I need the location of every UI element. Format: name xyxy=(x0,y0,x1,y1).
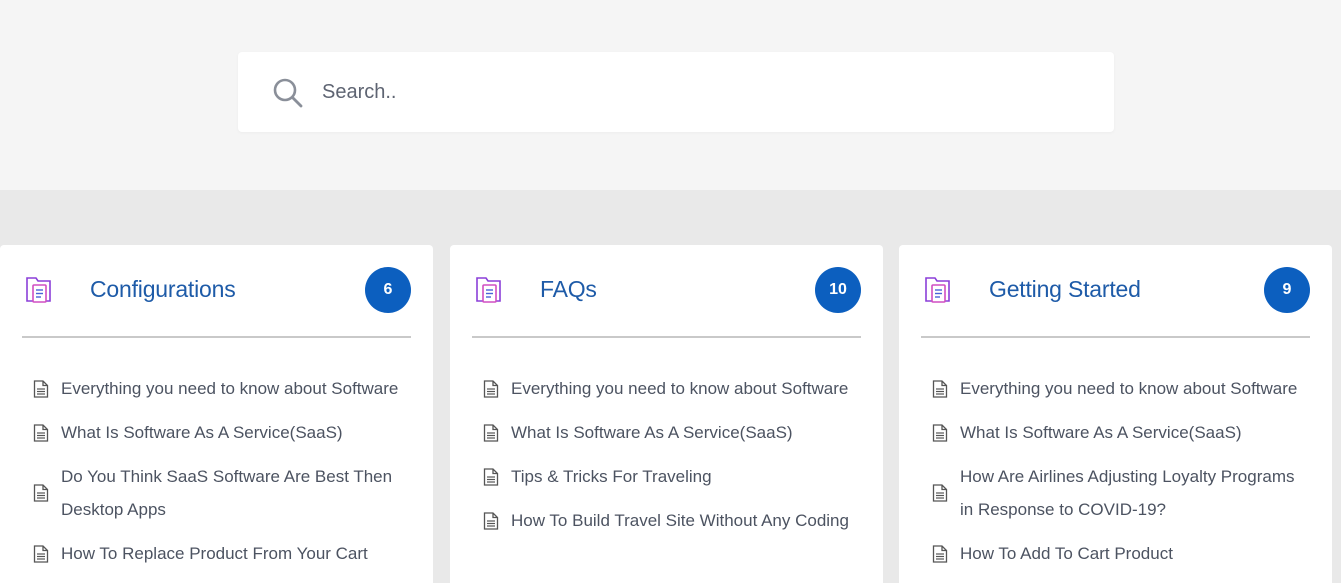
document-icon xyxy=(932,379,948,398)
article-count-badge: 6 xyxy=(365,267,411,313)
article-title: Everything you need to know about Softwa… xyxy=(61,379,399,398)
category-title[interactable]: Configurations xyxy=(90,276,236,303)
category-card-configurations: Configurations 6 Everything you need to … xyxy=(0,245,433,583)
article-link[interactable]: How To Build Travel Site Without Any Cod… xyxy=(483,504,853,537)
article-list: Everything you need to know about Softwa… xyxy=(932,372,1302,581)
document-icon xyxy=(483,467,499,486)
article-title: What Is Software As A Service(SaaS) xyxy=(511,423,793,442)
card-header: Configurations 6 xyxy=(22,245,411,338)
article-link[interactable]: Tips & Tricks For Traveling xyxy=(483,460,853,493)
card-header: Getting Started 9 xyxy=(921,245,1310,338)
document-icon xyxy=(483,423,499,442)
article-title: How Are Airlines Adjusting Loyalty Progr… xyxy=(960,467,1295,519)
category-cards: Configurations 6 Everything you need to … xyxy=(0,245,1341,583)
article-link[interactable]: Everything you need to know about Softwa… xyxy=(33,372,403,405)
document-icon xyxy=(33,379,49,398)
document-icon xyxy=(483,511,499,530)
article-count-badge: 10 xyxy=(815,267,861,313)
article-list: Everything you need to know about Softwa… xyxy=(33,372,403,581)
article-link[interactable]: How To Replace Product From Your Cart xyxy=(33,537,403,570)
article-link[interactable]: Do You Think SaaS Software Are Best Then… xyxy=(33,460,403,526)
article-link[interactable]: What Is Software As A Service(SaaS) xyxy=(483,416,853,449)
article-title: Tips & Tricks For Traveling xyxy=(511,467,712,486)
article-title: What Is Software As A Service(SaaS) xyxy=(61,423,343,442)
article-title: Everything you need to know about Softwa… xyxy=(960,379,1298,398)
folder-document-icon xyxy=(925,277,950,303)
article-list: Everything you need to know about Softwa… xyxy=(483,372,853,548)
category-card-getting-started: Getting Started 9 Everything you need to… xyxy=(899,245,1332,583)
document-icon xyxy=(932,544,948,563)
document-icon xyxy=(932,423,948,442)
document-icon xyxy=(33,544,49,563)
article-link[interactable]: Everything you need to know about Softwa… xyxy=(932,372,1302,405)
article-title: How To Add To Cart Product xyxy=(960,544,1173,563)
category-card-faqs: FAQs 10 Everything you need to know abou… xyxy=(450,245,883,583)
article-title: How To Build Travel Site Without Any Cod… xyxy=(511,511,849,530)
article-count-badge: 9 xyxy=(1264,267,1310,313)
folder-document-icon xyxy=(26,277,51,303)
article-link[interactable]: What Is Software As A Service(SaaS) xyxy=(932,416,1302,449)
document-icon xyxy=(33,423,49,442)
article-link[interactable]: Everything you need to know about Softwa… xyxy=(483,372,853,405)
article-title: How To Replace Product From Your Cart xyxy=(61,544,368,563)
search-input[interactable] xyxy=(322,72,1082,112)
article-title: Do You Think SaaS Software Are Best Then… xyxy=(61,467,393,519)
article-title: Everything you need to know about Softwa… xyxy=(511,379,849,398)
category-title[interactable]: FAQs xyxy=(540,276,597,303)
folder-document-icon xyxy=(476,277,501,303)
document-icon xyxy=(932,484,948,502)
article-link[interactable]: How To Add To Cart Product xyxy=(932,537,1302,570)
search-hero xyxy=(0,0,1341,190)
card-header: FAQs 10 xyxy=(472,245,861,338)
document-icon xyxy=(33,484,49,502)
category-title[interactable]: Getting Started xyxy=(989,276,1141,303)
article-link[interactable]: How Are Airlines Adjusting Loyalty Progr… xyxy=(932,460,1302,526)
article-title: What Is Software As A Service(SaaS) xyxy=(960,423,1242,442)
article-link[interactable]: What Is Software As A Service(SaaS) xyxy=(33,416,403,449)
search-icon xyxy=(273,78,303,108)
document-icon xyxy=(483,379,499,398)
